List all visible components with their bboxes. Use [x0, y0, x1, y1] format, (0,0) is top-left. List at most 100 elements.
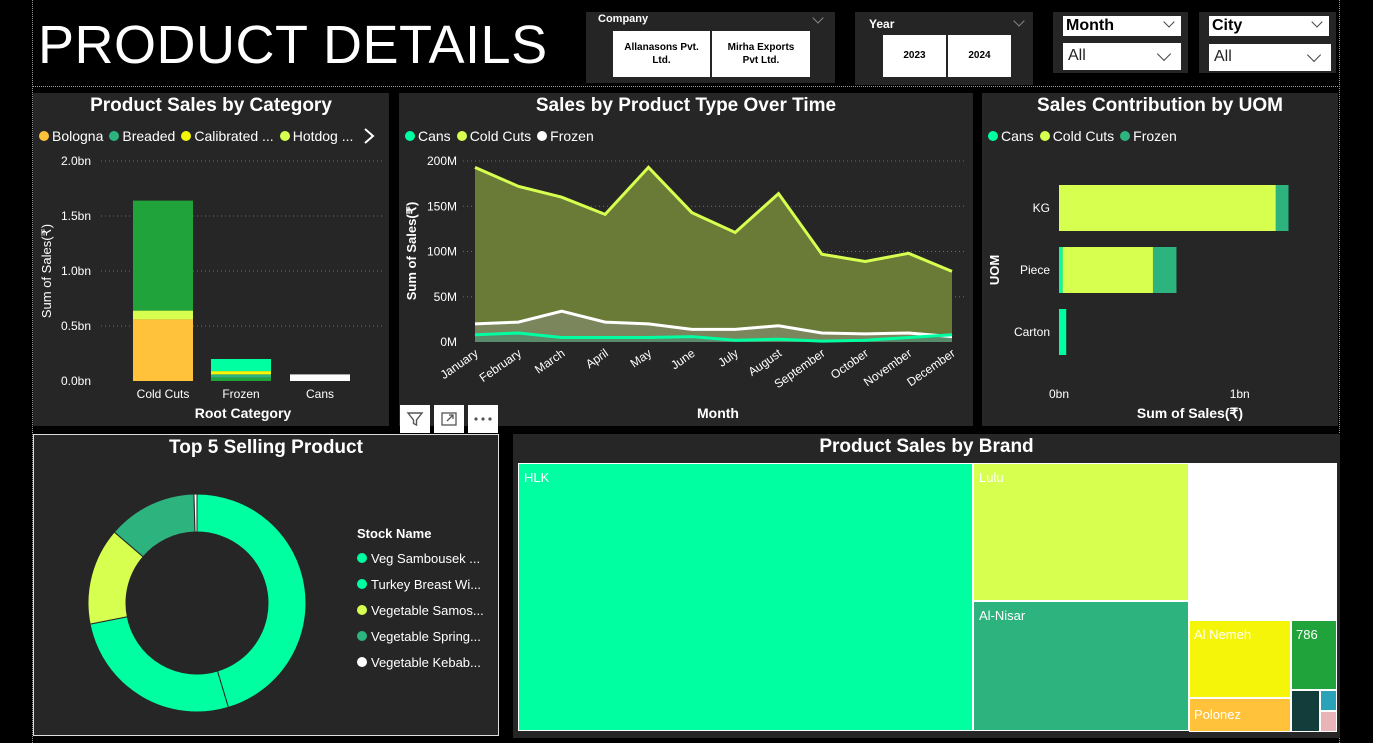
donut-slice [193, 493, 198, 533]
x-tick-label: 0bn [1049, 387, 1069, 401]
bar-segment [133, 200, 193, 311]
x-tick-label: 1bn [1230, 387, 1250, 401]
page-title: PRODUCT DETAILS [38, 15, 548, 75]
city-dropdown-value: All [1214, 48, 1232, 65]
bar-segment [211, 371, 271, 375]
treemap-label-polonez: Polonez [1194, 707, 1241, 722]
x-tick-label: May [628, 346, 655, 370]
year-slicer: Year 2023 2024 [855, 12, 1033, 85]
city-slicer: City All [1199, 12, 1336, 73]
more-options-button[interactable] [468, 405, 498, 433]
y-tick-label: 0.0bn [61, 374, 91, 388]
treemap-tile-small-3[interactable] [1320, 711, 1337, 732]
x-axis-title: Sum of Sales(₹) [1137, 405, 1243, 421]
treemap-tile-small-1[interactable] [1291, 690, 1320, 732]
y-tick-label: 100M [427, 245, 457, 259]
y-tick-label: 200M [427, 154, 457, 168]
x-tick-label: November [861, 346, 914, 389]
y-tick-label: 0.5bn [61, 319, 91, 333]
y-tick-label: 2.0bn [61, 154, 91, 168]
legend-dot [357, 657, 367, 667]
bar-segment [290, 374, 350, 381]
bar-segment [1059, 185, 1276, 231]
x-axis-title: Root Category [195, 405, 292, 421]
category-bar-chart: 0.0bn 0.5bn 1.0bn 1.5bn 2.0bn Cold Cuts Frozen… [39, 154, 383, 421]
month-slicer: Month All [1053, 12, 1188, 73]
treemap-title: Product Sales by Brand [819, 436, 1034, 457]
company-slicer-label: Company [598, 13, 649, 25]
bar-segment [1152, 247, 1177, 293]
header-divider [32, 86, 1340, 87]
y-tick-label: KG [1033, 201, 1050, 215]
donut-slice [89, 616, 229, 713]
year-option-2023[interactable]: 2023 [883, 35, 946, 77]
bar-segment [211, 359, 271, 372]
x-tick-label: April [583, 346, 611, 371]
treemap-label-786: 786 [1296, 627, 1318, 642]
donut-chart-panel: Top 5 Selling Product Stock Name Veg Sam… [33, 434, 499, 736]
year-slicer-label: Year [869, 17, 895, 31]
donut-legend-title: Stock Name [357, 526, 432, 541]
chevron-down-icon[interactable] [812, 12, 824, 24]
company-slicer: Company Allanasons Pvt. Ltd. Mirha Expor… [586, 12, 835, 83]
treemap-tile-small-2[interactable] [1320, 690, 1337, 711]
treemap-tile-al-nisar[interactable]: Al-Nisar [973, 601, 1189, 731]
y-tick-label: 0M [440, 335, 457, 349]
bar-segment [133, 310, 193, 320]
y-tick-label: 1.5bn [61, 209, 91, 223]
bar-segment [1275, 185, 1289, 231]
y-tick-label: 50M [434, 290, 457, 304]
treemap-label-lulu: Lulu [979, 470, 1004, 485]
uom-bar-chart: KG Piece Carton 0bn 1bn Sum of Sales(₹) UOM [987, 185, 1289, 421]
filter-icon [406, 412, 424, 427]
legend-item-veg-sambousek[interactable]: Veg Sambousek ... [357, 545, 484, 571]
legend-dot [357, 605, 367, 615]
bar-segment [211, 374, 271, 378]
treemap-tile-polonez[interactable]: Polonez [1189, 698, 1291, 732]
x-tick-label: March [532, 346, 567, 377]
year-option-2024[interactable]: 2024 [948, 35, 1011, 77]
x-tick-label: Cans [306, 387, 334, 401]
treemap-label-al-nemeh: Al Nemeh [1194, 627, 1252, 642]
uom-chart-panel: Sales Contribution by UOM Cans Cold Cuts… [982, 93, 1338, 426]
treemap-label-hlk: HLK [524, 470, 550, 485]
time-chart-panel: Sales by Product Type Over Time Cans Col… [399, 93, 973, 426]
legend-dot [357, 579, 367, 589]
company-option-mirha[interactable]: Mirha Exports Pvt Ltd. [712, 31, 810, 77]
y-tick-label: 150M [427, 199, 457, 213]
treemap-tile-hlk[interactable]: HLK [518, 463, 973, 731]
bar-segment [1062, 247, 1153, 293]
city-slicer-label: City [1209, 16, 1329, 36]
x-tick-label: July [715, 346, 741, 370]
legend-item-vegetable-kebab[interactable]: Vegetable Kebab... [357, 649, 484, 675]
category-chart-panel: Product Sales by Category Bologna Breade… [33, 93, 389, 426]
donut-legend: Stock Name Veg Sambousek ... Turkey Brea… [357, 523, 484, 675]
chevron-down-icon[interactable] [1013, 15, 1025, 27]
month-dropdown-value: All [1068, 47, 1086, 64]
x-tick-label: Frozen [222, 387, 259, 401]
y-tick-label: Carton [1014, 325, 1050, 339]
expand-icon [441, 412, 457, 426]
treemap-label-al-nisar: Al-Nisar [979, 608, 1026, 623]
legend-item-turkey-breast[interactable]: Turkey Breast Wi... [357, 571, 484, 597]
company-option-allanasons[interactable]: Allanasons Pvt. Ltd. [613, 31, 710, 77]
treemap-tile-786[interactable]: 786 [1291, 620, 1337, 690]
x-tick-label: June [668, 346, 698, 373]
bar-segment [1059, 309, 1067, 355]
treemap-tile-al-nemeh[interactable]: Al Nemeh [1189, 620, 1291, 698]
x-tick-label: Cold Cuts [137, 387, 190, 401]
y-axis-title: UOM [987, 255, 1002, 285]
time-area-chart: 0M 50M 100M 150M 200M JanuaryFebruary March Apr… [404, 154, 965, 421]
x-tick-label: December [904, 346, 957, 389]
x-tick-label: January [438, 346, 481, 382]
treemap-panel: Product Sales by Brand HLK Lulu Al-Nisar… [513, 434, 1340, 738]
y-tick-label: Piece [1020, 263, 1050, 277]
treemap-tile-lulu[interactable]: Lulu [973, 463, 1189, 601]
filter-button[interactable] [400, 405, 430, 433]
legend-dot [357, 631, 367, 641]
legend-item-vegetable-spring[interactable]: Vegetable Spring... [357, 623, 484, 649]
legend-item-vegetable-samosa[interactable]: Vegetable Samos... [357, 597, 484, 623]
treemap-tile-white[interactable] [1189, 463, 1337, 620]
bar-segment [1059, 247, 1063, 293]
focus-mode-button[interactable] [434, 405, 464, 433]
